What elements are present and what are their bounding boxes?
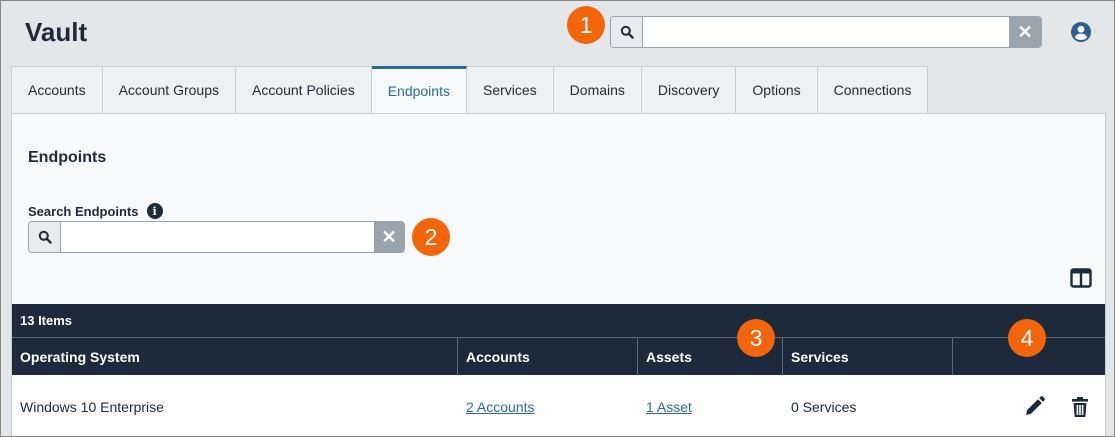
item-count: 13 Items bbox=[12, 304, 1105, 338]
callout-badge-2: 2 bbox=[412, 218, 450, 256]
table-row: Windows 10 Enterprise 2 Accounts 1 Asset… bbox=[12, 375, 1105, 436]
endpoint-search-input[interactable] bbox=[61, 222, 374, 252]
tab-services[interactable]: Services bbox=[466, 66, 554, 114]
tab-options[interactable]: Options bbox=[736, 66, 818, 114]
table-header-row: Operating System Accounts Assets Service… bbox=[12, 338, 1105, 375]
close-icon[interactable]: ✕ bbox=[1009, 17, 1041, 47]
endpoint-search: ✕ bbox=[28, 221, 405, 253]
cell-actions bbox=[953, 375, 1105, 436]
accounts-link[interactable]: 2 Accounts bbox=[466, 399, 535, 415]
cell-services: 0 Services bbox=[791, 398, 857, 415]
app-window: Vault ✕ 1 Accounts Account Groups Accoun… bbox=[0, 0, 1115, 437]
callout-badge-1: 1 bbox=[567, 6, 605, 44]
column-header-services[interactable]: Services bbox=[783, 338, 953, 375]
search-icon[interactable] bbox=[611, 17, 643, 47]
cell-operating-system: Windows 10 Enterprise bbox=[20, 398, 164, 415]
tab-account-groups[interactable]: Account Groups bbox=[102, 66, 236, 114]
tab-endpoints[interactable]: Endpoints bbox=[371, 66, 467, 114]
global-search-input[interactable] bbox=[643, 17, 1009, 47]
tab-accounts[interactable]: Accounts bbox=[12, 66, 103, 114]
app-title: Vault bbox=[25, 17, 88, 47]
cell-assets: 1 Asset bbox=[638, 375, 783, 436]
trash-icon[interactable] bbox=[1069, 396, 1091, 418]
search-endpoints-label-text: Search Endpoints bbox=[28, 203, 139, 219]
tab-bar: Accounts Account Groups Account Policies… bbox=[11, 66, 929, 114]
cell-accounts: 2 Accounts bbox=[458, 375, 638, 436]
callout-badge-4: 4 bbox=[1008, 319, 1046, 357]
assets-link[interactable]: 1 Asset bbox=[646, 399, 692, 415]
tab-connections[interactable]: Connections bbox=[817, 66, 929, 114]
search-endpoints-label: Search Endpoints i bbox=[28, 203, 163, 219]
columns-layout-icon[interactable] bbox=[1070, 268, 1092, 288]
edit-pencil-icon[interactable] bbox=[1023, 395, 1045, 418]
tab-discovery[interactable]: Discovery bbox=[641, 66, 737, 114]
search-icon[interactable] bbox=[29, 222, 61, 252]
endpoints-table: 13 Items Operating System Accounts Asset… bbox=[12, 304, 1105, 436]
user-circle-icon[interactable] bbox=[1070, 21, 1092, 43]
tab-account-policies[interactable]: Account Policies bbox=[235, 66, 372, 114]
callout-badge-3: 3 bbox=[737, 319, 775, 357]
column-header-operating-system[interactable]: Operating System bbox=[12, 338, 458, 375]
endpoints-panel: Endpoints Search Endpoints i ✕ 2 13 Item… bbox=[11, 113, 1106, 436]
column-header-accounts[interactable]: Accounts bbox=[458, 338, 638, 375]
close-icon[interactable]: ✕ bbox=[374, 222, 404, 252]
tab-domains[interactable]: Domains bbox=[553, 66, 642, 114]
info-icon[interactable]: i bbox=[146, 203, 163, 219]
panel-title: Endpoints bbox=[28, 149, 107, 166]
global-search: ✕ bbox=[610, 16, 1042, 48]
